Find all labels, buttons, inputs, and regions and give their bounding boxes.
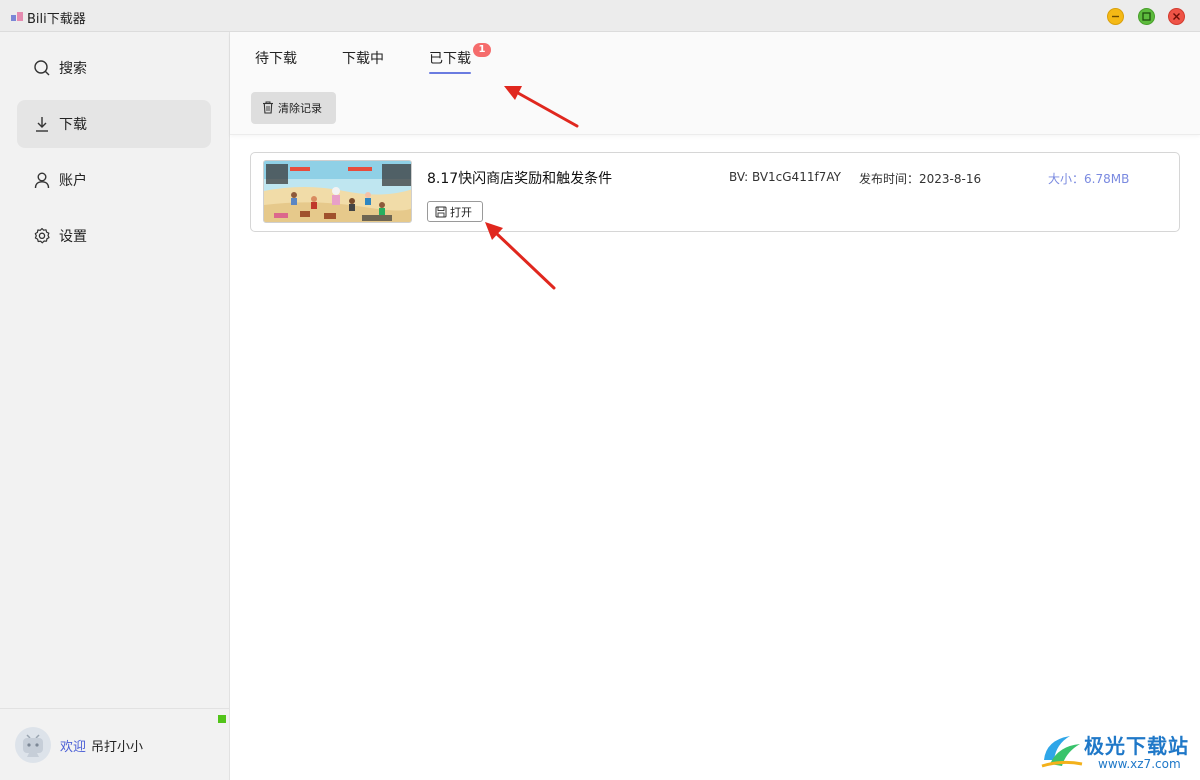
minimize-button[interactable] [1107, 8, 1124, 25]
file-size: 大小：6.78MB [1048, 172, 1130, 186]
tab-pending[interactable]: 待下载 [255, 48, 297, 68]
sidebar: 搜索 下载 账户 设置 欢迎 吊打小小 [0, 32, 230, 780]
clear-records-button[interactable]: 清除记录 [251, 92, 336, 124]
maximize-icon [1142, 12, 1151, 21]
minimize-icon [1112, 15, 1119, 18]
watermark-text: 极光下载站 [1084, 734, 1189, 758]
welcome-text: 欢迎 [60, 740, 87, 755]
tab-downloaded[interactable]: 已下载 [429, 48, 471, 68]
download-icon [36, 117, 48, 132]
search-icon [34, 60, 50, 76]
download-item: 8.17快闪商店奖励和触发条件 打开 BV: BV1cG411f7AY 发布时间… [250, 152, 1180, 232]
close-button[interactable] [1168, 8, 1185, 25]
downloaded-count-badge: 1 [473, 43, 491, 57]
video-title: 8.17快闪商店奖励和触发条件 [427, 171, 613, 187]
game-scene-thumbnail [264, 161, 411, 222]
online-status-indicator [218, 715, 226, 723]
sidebar-item-label: 下载 [59, 117, 87, 133]
bv-id: BV: BV1cG411f7AY [729, 170, 841, 184]
clear-records-label: 清除记录 [278, 102, 322, 115]
sidebar-item-settings[interactable]: 设置 [17, 212, 211, 260]
close-icon [1173, 13, 1180, 20]
gear-icon [34, 227, 50, 244]
trash-icon [263, 101, 273, 114]
username: 吊打小小 [91, 740, 144, 755]
avatar[interactable] [15, 727, 51, 763]
title-bar: Bili下载器 [0, 0, 1200, 32]
main-panel: 待下载 下载中 已下载 1 清除记录 8.17快闪商店奖励和触发条件 打开 BV… [230, 32, 1200, 780]
watermark: 极光下载站 www.xz7.com [1040, 726, 1196, 776]
app-logo-icon [11, 11, 23, 21]
sidebar-item-label: 搜索 [59, 61, 87, 77]
aurora-logo-icon [1041, 736, 1083, 768]
save-icon [435, 206, 447, 218]
bili-tv-avatar-icon [23, 734, 43, 757]
sidebar-item-label: 账户 [59, 173, 87, 189]
sidebar-item-label: 设置 [59, 229, 87, 245]
tabs-bar: 待下载 下载中 已下载 1 清除记录 [230, 32, 1200, 135]
watermark-url: www.xz7.com [1098, 757, 1181, 771]
video-thumbnail[interactable] [263, 160, 412, 223]
sidebar-item-download[interactable]: 下载 [17, 100, 211, 148]
publish-time: 发布时间：2023-8-16 [859, 172, 982, 186]
sidebar-item-account[interactable]: 账户 [17, 156, 211, 204]
active-tab-indicator [429, 72, 471, 74]
tab-downloading[interactable]: 下载中 [342, 48, 384, 68]
open-file-button[interactable]: 打开 [427, 201, 483, 222]
open-file-label: 打开 [450, 206, 472, 219]
user-icon [34, 172, 50, 189]
sidebar-footer: 欢迎 吊打小小 [0, 708, 229, 780]
sidebar-item-search[interactable]: 搜索 [17, 44, 211, 92]
app-title: Bili下载器 [27, 12, 86, 27]
maximize-button[interactable] [1138, 8, 1155, 25]
